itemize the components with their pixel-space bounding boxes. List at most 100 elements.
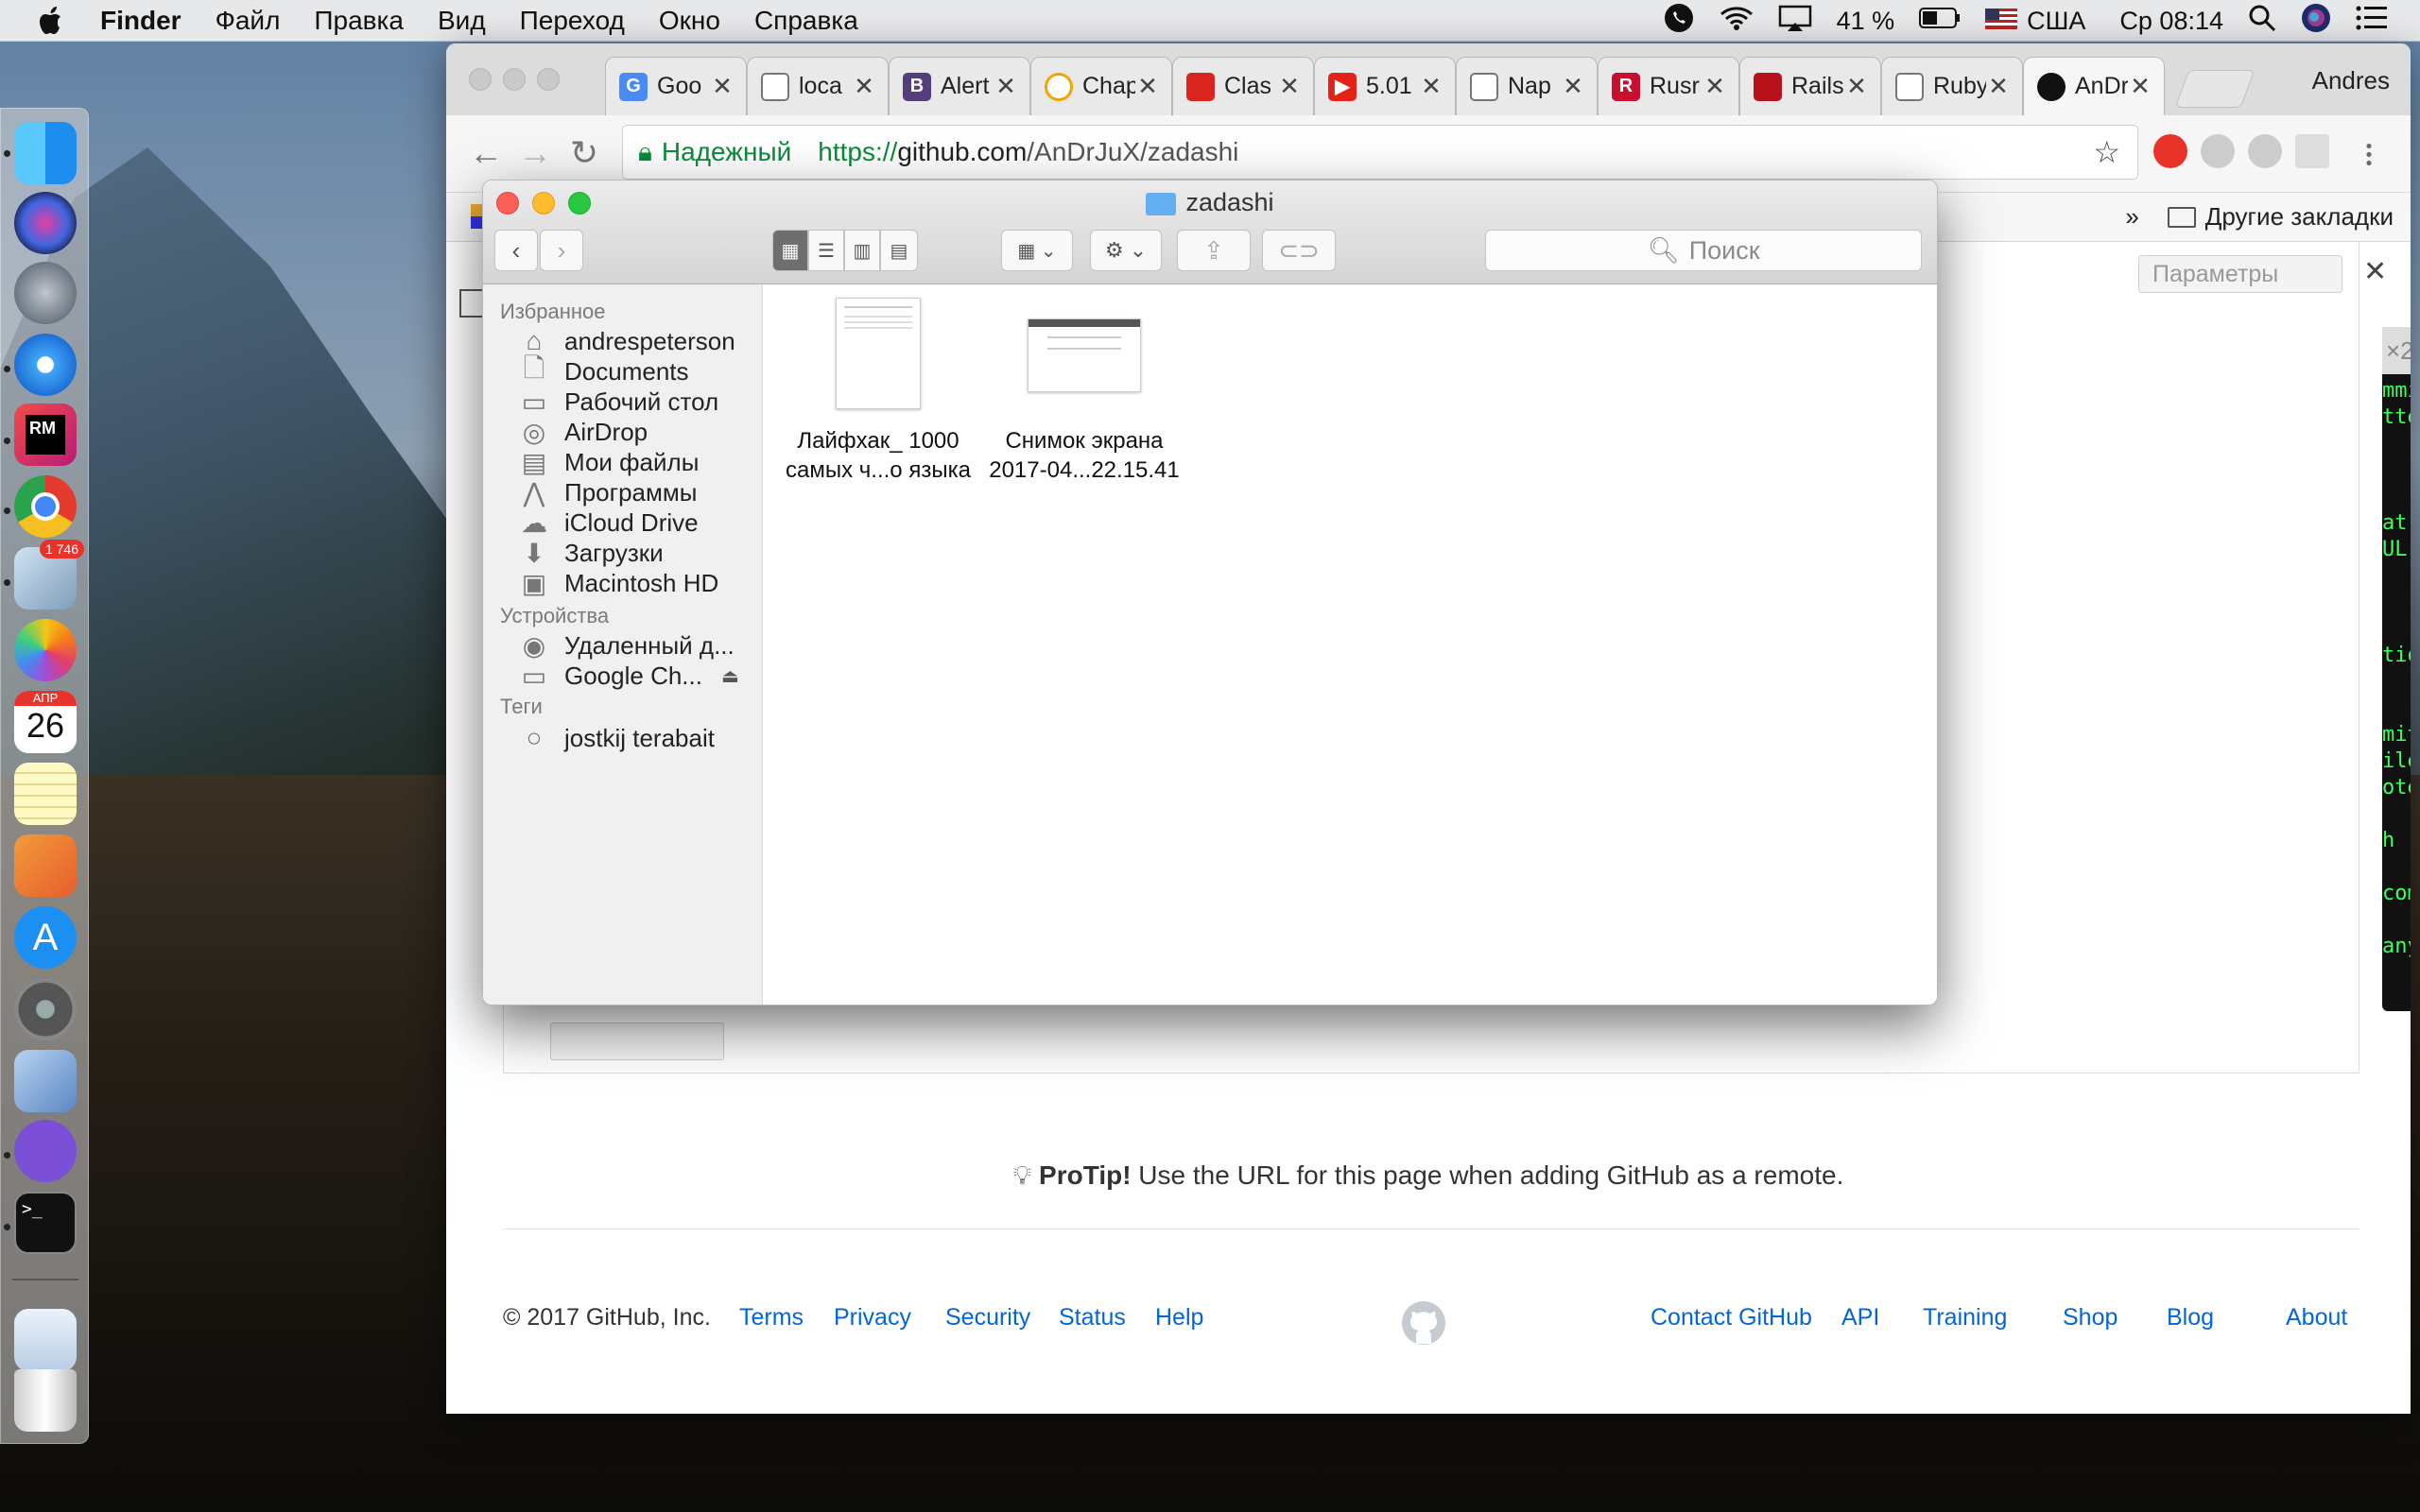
tab-class[interactable]: Clas ✕	[1172, 57, 1314, 115]
tab-github-active[interactable]: AnDr ✕	[2023, 57, 2165, 115]
file-item[interactable]: Лайфхак_ 1000 самых ч...о языка	[774, 298, 982, 485]
mail-dock-icon[interactable]: 1 746	[14, 540, 84, 610]
forward-arrow-icon[interactable]: →	[514, 132, 556, 174]
footer-link-shop[interactable]: Shop	[2063, 1304, 2118, 1332]
menu-go[interactable]: Переход	[520, 6, 625, 36]
battery-icon[interactable]	[1919, 7, 1961, 36]
airplay-icon[interactable]	[1778, 5, 1812, 38]
menu-edit[interactable]: Правка	[314, 6, 404, 36]
menu-finder[interactable]: Finder	[100, 6, 182, 36]
tab-close-icon[interactable]: ✕	[1135, 72, 1160, 101]
m-extension-icon[interactable]	[2248, 134, 2282, 168]
footer-link-privacy[interactable]: Privacy	[834, 1304, 911, 1332]
new-tab-button[interactable]	[2174, 70, 2256, 108]
arrange-menu-button[interactable]: ▦ ⌄	[1001, 230, 1073, 271]
menu-help[interactable]: Справка	[754, 6, 858, 36]
calendar-dock-icon[interactable]: АПР 26	[14, 691, 77, 753]
footer-link-blog[interactable]: Blog	[2167, 1304, 2214, 1332]
zoom-window-button[interactable]	[537, 68, 560, 91]
close-window-button[interactable]	[469, 68, 492, 91]
tab-bootstrap-alerts[interactable]: B Alert ✕	[889, 57, 1030, 115]
bookmark-star-icon[interactable]: ☆	[2093, 134, 2120, 170]
tab-close-icon[interactable]: ✕	[2128, 72, 2152, 101]
footer-link-status[interactable]: Status	[1059, 1304, 1126, 1332]
tab-close-icon[interactable]: ✕	[994, 72, 1018, 101]
finder-dock-icon[interactable]	[14, 122, 77, 184]
tab-close-icon[interactable]: ✕	[852, 72, 876, 101]
tab-close-icon[interactable]: ✕	[1277, 72, 1302, 101]
trash-icon[interactable]	[14, 1369, 77, 1432]
forward-chevron-icon[interactable]: ›	[540, 230, 583, 271]
chevron-right-icon[interactable]: »	[2125, 202, 2138, 232]
close-icon[interactable]: ✕	[2363, 255, 2387, 288]
notification-center-icon[interactable]	[2356, 6, 2388, 37]
tab-close-icon[interactable]: ✕	[1844, 72, 1869, 101]
footer-link-terms[interactable]: Terms	[739, 1304, 804, 1332]
tab-chapter[interactable]: Chap ✕	[1030, 57, 1172, 115]
photos-dock-icon[interactable]	[14, 619, 77, 681]
footer-link-help[interactable]: Help	[1155, 1304, 1203, 1332]
us-flag-icon[interactable]	[1985, 7, 2018, 36]
footer-link-api[interactable]: API	[1841, 1304, 1879, 1332]
sidebar-item-tag[interactable]: ○ jostkij terabait	[517, 719, 715, 757]
address-bar[interactable]: 🔒︎ Надежный https://github.com/AnDrJuX/z…	[622, 125, 2138, 180]
input-source-label[interactable]: США	[2027, 7, 2085, 36]
file-item[interactable]: Снимок экрана 2017-04...22.15.41	[980, 298, 1188, 485]
tab-close-icon[interactable]: ✕	[1419, 72, 1443, 101]
tab-ruby[interactable]: Ruby ✕	[1881, 57, 2023, 115]
search-input[interactable]: 🔍︎ Поиск	[1485, 230, 1922, 271]
tag-icon[interactable]: ⊂⊃	[1262, 230, 1336, 271]
reload-icon[interactable]: ↻	[563, 132, 605, 174]
wifi-icon[interactable]	[1720, 5, 1754, 38]
list-view-button[interactable]: ☰	[808, 230, 844, 271]
paw-extension-icon[interactable]	[2201, 134, 2235, 168]
tab-close-icon[interactable]: ✕	[1986, 72, 2011, 101]
clock[interactable]: Ср 08:14	[2119, 7, 2223, 36]
siri-icon[interactable]	[2301, 3, 2331, 40]
downloads-stack-icon[interactable]	[14, 1309, 77, 1371]
system-preferences-dock-icon[interactable]	[14, 978, 77, 1040]
other-bookmarks[interactable]: » Другие закладки	[2125, 202, 2394, 232]
copy-button[interactable]	[550, 1022, 724, 1060]
minimize-window-button[interactable]	[503, 68, 526, 91]
cover-flow-button[interactable]: ▤	[880, 230, 918, 271]
viber-dock-icon[interactable]	[14, 1120, 77, 1182]
pages-dock-icon[interactable]	[14, 834, 77, 897]
safari-dock-icon[interactable]	[14, 334, 77, 396]
footer-link-contact[interactable]: Contact GitHub	[1651, 1304, 1812, 1332]
tab-nap[interactable]: Nap ✕	[1456, 57, 1598, 115]
app-store-dock-icon[interactable]: A	[14, 906, 77, 969]
menu-file[interactable]: Файл	[216, 6, 281, 36]
footer-link-security[interactable]: Security	[945, 1304, 1030, 1332]
profile-button[interactable]: Andres	[2312, 66, 2390, 95]
sidebar-item-google-chrome-volume[interactable]: ▭ Google Ch... ⏏︎	[517, 657, 739, 695]
tab-youtube[interactable]: ▶ 5.01 ✕	[1314, 57, 1456, 115]
gear-action-icon[interactable]: ⚙ ⌄	[1090, 230, 1162, 271]
notes-dock-icon[interactable]	[14, 763, 77, 825]
id-extension-icon[interactable]	[2295, 134, 2329, 168]
siri-dock-icon[interactable]	[14, 192, 77, 254]
footer-link-about[interactable]: About	[2286, 1304, 2347, 1332]
back-arrow-icon[interactable]: ←	[465, 132, 507, 174]
viber-status-icon[interactable]	[1663, 2, 1695, 41]
tab-close-icon[interactable]: ✕	[1561, 72, 1585, 101]
chrome-menu-icon[interactable]	[2365, 142, 2373, 168]
rubymine-dock-icon[interactable]: RM	[14, 404, 77, 466]
apple-menu-icon[interactable]	[38, 5, 66, 37]
icon-view-button[interactable]: ▦	[772, 230, 808, 271]
preview-dock-icon[interactable]	[14, 1050, 77, 1112]
tab-localhost[interactable]: loca ✕	[747, 57, 889, 115]
tab-rusrails[interactable]: R Rusr ✕	[1598, 57, 1739, 115]
terminal-dock-icon[interactable]: >_	[14, 1192, 77, 1254]
tab-google-translate[interactable]: G Goo ✕	[605, 57, 747, 115]
spotlight-search-icon[interactable]	[2248, 4, 2276, 39]
chrome-dock-icon[interactable]	[14, 475, 77, 538]
back-chevron-icon[interactable]: ‹	[494, 230, 538, 271]
adblock-extension-icon[interactable]	[2153, 134, 2187, 168]
menu-view[interactable]: Вид	[438, 6, 486, 36]
footer-link-training[interactable]: Training	[1923, 1304, 2007, 1332]
menu-window[interactable]: Окно	[659, 6, 720, 36]
github-octocat-icon[interactable]	[1401, 1300, 1446, 1346]
column-view-button[interactable]: ▥	[844, 230, 880, 271]
share-icon[interactable]: ⇪	[1177, 230, 1251, 271]
